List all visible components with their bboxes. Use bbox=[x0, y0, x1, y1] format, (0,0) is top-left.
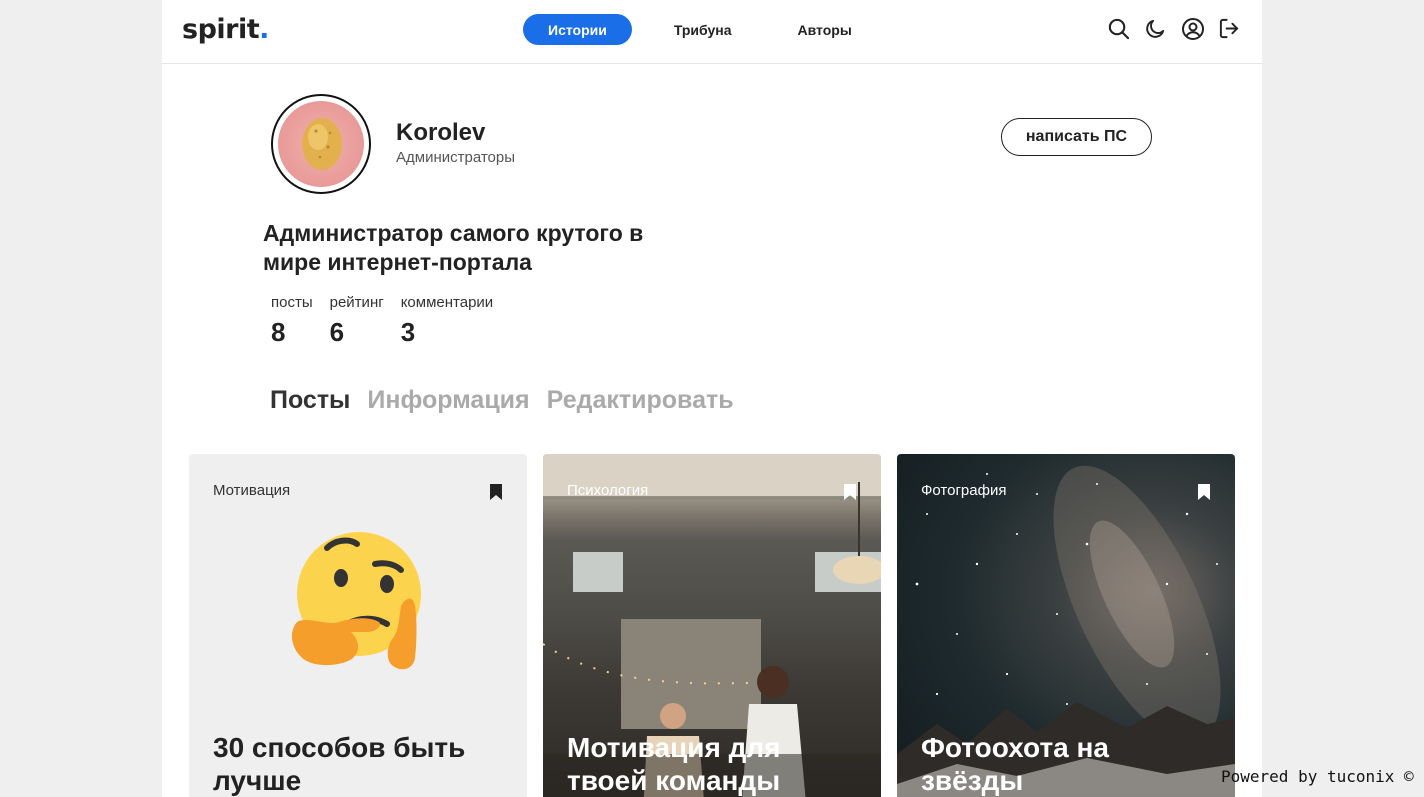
user-circle-icon[interactable] bbox=[1180, 16, 1205, 41]
nav-item-tribune[interactable]: Трибуна bbox=[649, 14, 757, 45]
card-category: Мотивация bbox=[213, 482, 291, 499]
logo-dot: . bbox=[259, 14, 269, 45]
logo[interactable]: spirit. bbox=[182, 14, 269, 45]
bookmark-icon[interactable] bbox=[1197, 483, 1211, 501]
stat-comments: комментарии 3 bbox=[401, 294, 493, 348]
tab-information[interactable]: Информация bbox=[367, 386, 529, 415]
user-group: Администраторы bbox=[396, 149, 516, 166]
user-stats: посты 8 рейтинг 6 комментарии 3 bbox=[271, 294, 493, 348]
powered-by: Powered by tuconix © bbox=[1221, 767, 1414, 786]
stat-rating: рейтинг 6 bbox=[330, 294, 384, 348]
logout-icon[interactable] bbox=[1217, 16, 1242, 41]
stat-value: 6 bbox=[329, 317, 345, 347]
stat-posts: посты 8 bbox=[271, 294, 313, 348]
profile-tabs: Посты Информация Редактировать bbox=[270, 386, 734, 415]
logo-text: spirit bbox=[182, 14, 260, 45]
post-card[interactable]: Мотивация 30 способов быть лучше bbox=[189, 454, 527, 797]
stat-label: рейтинг bbox=[329, 294, 384, 311]
avatar bbox=[271, 94, 371, 194]
main-nav: Истории Трибуна Авторы bbox=[523, 14, 877, 45]
header-actions bbox=[1106, 16, 1242, 41]
stat-label: посты bbox=[271, 294, 313, 311]
card-category: Психология bbox=[567, 482, 649, 499]
moon-icon[interactable] bbox=[1143, 16, 1168, 41]
post-card[interactable]: Психология Мотивация для твоей команды bbox=[543, 454, 881, 797]
page: spirit. Истории Трибуна Авторы Korolev А… bbox=[162, 0, 1262, 797]
card-title: Фотоохота на звёзды bbox=[921, 732, 1109, 796]
top-header: spirit. Истории Трибуна Авторы bbox=[162, 0, 1262, 64]
stat-value: 3 bbox=[400, 317, 416, 347]
avatar-image bbox=[278, 101, 364, 187]
search-icon[interactable] bbox=[1106, 16, 1131, 41]
card-category: Фотография bbox=[921, 482, 1007, 499]
tab-posts[interactable]: Посты bbox=[270, 386, 350, 415]
user-name: Korolev bbox=[396, 119, 486, 146]
bookmark-icon[interactable] bbox=[843, 483, 857, 501]
tab-edit[interactable]: Редактировать bbox=[547, 386, 734, 415]
card-title: Мотивация для твоей команды bbox=[567, 732, 781, 796]
nav-item-stories[interactable]: Истории bbox=[523, 14, 632, 45]
card-title: 30 способов быть лучше bbox=[213, 732, 466, 796]
bookmark-icon[interactable] bbox=[489, 483, 503, 501]
post-cards: Мотивация 30 способов быть лучше Психоло… bbox=[189, 454, 1235, 797]
stat-label: комментарии bbox=[400, 294, 494, 311]
nav-item-authors[interactable]: Авторы bbox=[773, 14, 877, 45]
thinking-face-emoji bbox=[289, 526, 434, 676]
user-bio: Администратор самого крутого в мире инте… bbox=[263, 220, 644, 275]
post-card[interactable]: Фотография Фотоохота на звёзды bbox=[897, 454, 1235, 797]
stat-value: 8 bbox=[271, 317, 286, 347]
send-pm-button[interactable]: написать ПС bbox=[1001, 118, 1152, 156]
